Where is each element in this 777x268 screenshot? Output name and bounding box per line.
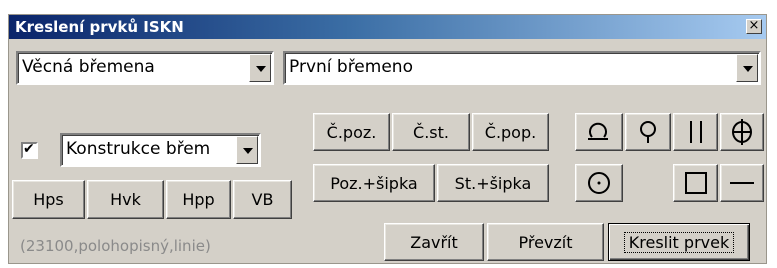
square-symbol-button[interactable] (673, 164, 718, 202)
window-title: Kreslení prvků ISKN (15, 18, 184, 36)
close-button[interactable]: Zavřít (384, 223, 484, 261)
title-bar[interactable]: Kreslení prvků ISKN × (9, 15, 766, 39)
close-window-button[interactable]: × (746, 19, 762, 34)
chevron-down-icon[interactable] (249, 54, 271, 82)
horizontal-line-icon (730, 182, 754, 184)
vb-button[interactable]: VB (233, 180, 292, 219)
layer-checkbox[interactable]: ✔ (21, 141, 38, 159)
hpp-button[interactable]: Hpp (166, 180, 231, 219)
status-text: (23100,polohopisný,linie) (20, 237, 211, 255)
category-dropdown[interactable]: Věcná břemena (16, 51, 274, 85)
crossed-circle-icon (732, 119, 752, 145)
crossed-circle-symbol-button[interactable] (720, 113, 764, 151)
c-st-button[interactable]: Č.st. (392, 113, 470, 151)
double-line-symbol-button[interactable] (673, 113, 718, 151)
dot-circle-icon (588, 172, 610, 194)
double-line-icon (689, 121, 702, 143)
category-dropdown-value: Věcná břemena (22, 57, 155, 77)
c-poz-button[interactable]: Č.poz. (313, 113, 390, 151)
dot-circle-symbol-button[interactable] (575, 164, 623, 202)
checkmark-icon: ✔ (23, 141, 35, 157)
st-sipka-button[interactable]: St.+šipka (437, 164, 549, 202)
hvk-button[interactable]: Hvk (87, 180, 164, 219)
take-button[interactable]: Převzít (487, 223, 604, 261)
circle-arc-symbol-button[interactable] (575, 113, 623, 151)
pin-circle-symbol-button[interactable] (625, 113, 671, 151)
item-dropdown-value: První břemeno (289, 57, 413, 77)
poz-sipka-button[interactable]: Poz.+šipka (313, 164, 435, 202)
chevron-down-icon[interactable] (736, 54, 758, 82)
line-symbol-button[interactable] (720, 164, 764, 202)
item-dropdown[interactable]: První břemeno (283, 51, 761, 85)
circle-arc-icon (588, 122, 608, 140)
draw-element-button[interactable]: Kreslit prvek (608, 223, 750, 261)
draw-element-label: Kreslit prvek (623, 231, 735, 253)
chevron-down-icon[interactable] (236, 136, 258, 164)
square-icon (684, 172, 707, 194)
c-pop-button[interactable]: Č.pop. (472, 113, 549, 151)
dialog-window: Kreslení prvků ISKN × Věcná břemena Prvn… (8, 14, 767, 264)
hps-button[interactable]: Hps (12, 180, 85, 219)
pin-circle-icon (640, 121, 656, 143)
layer-dropdown[interactable]: Konstrukce břem (60, 133, 261, 167)
layer-dropdown-value: Konstrukce břem (66, 139, 211, 159)
